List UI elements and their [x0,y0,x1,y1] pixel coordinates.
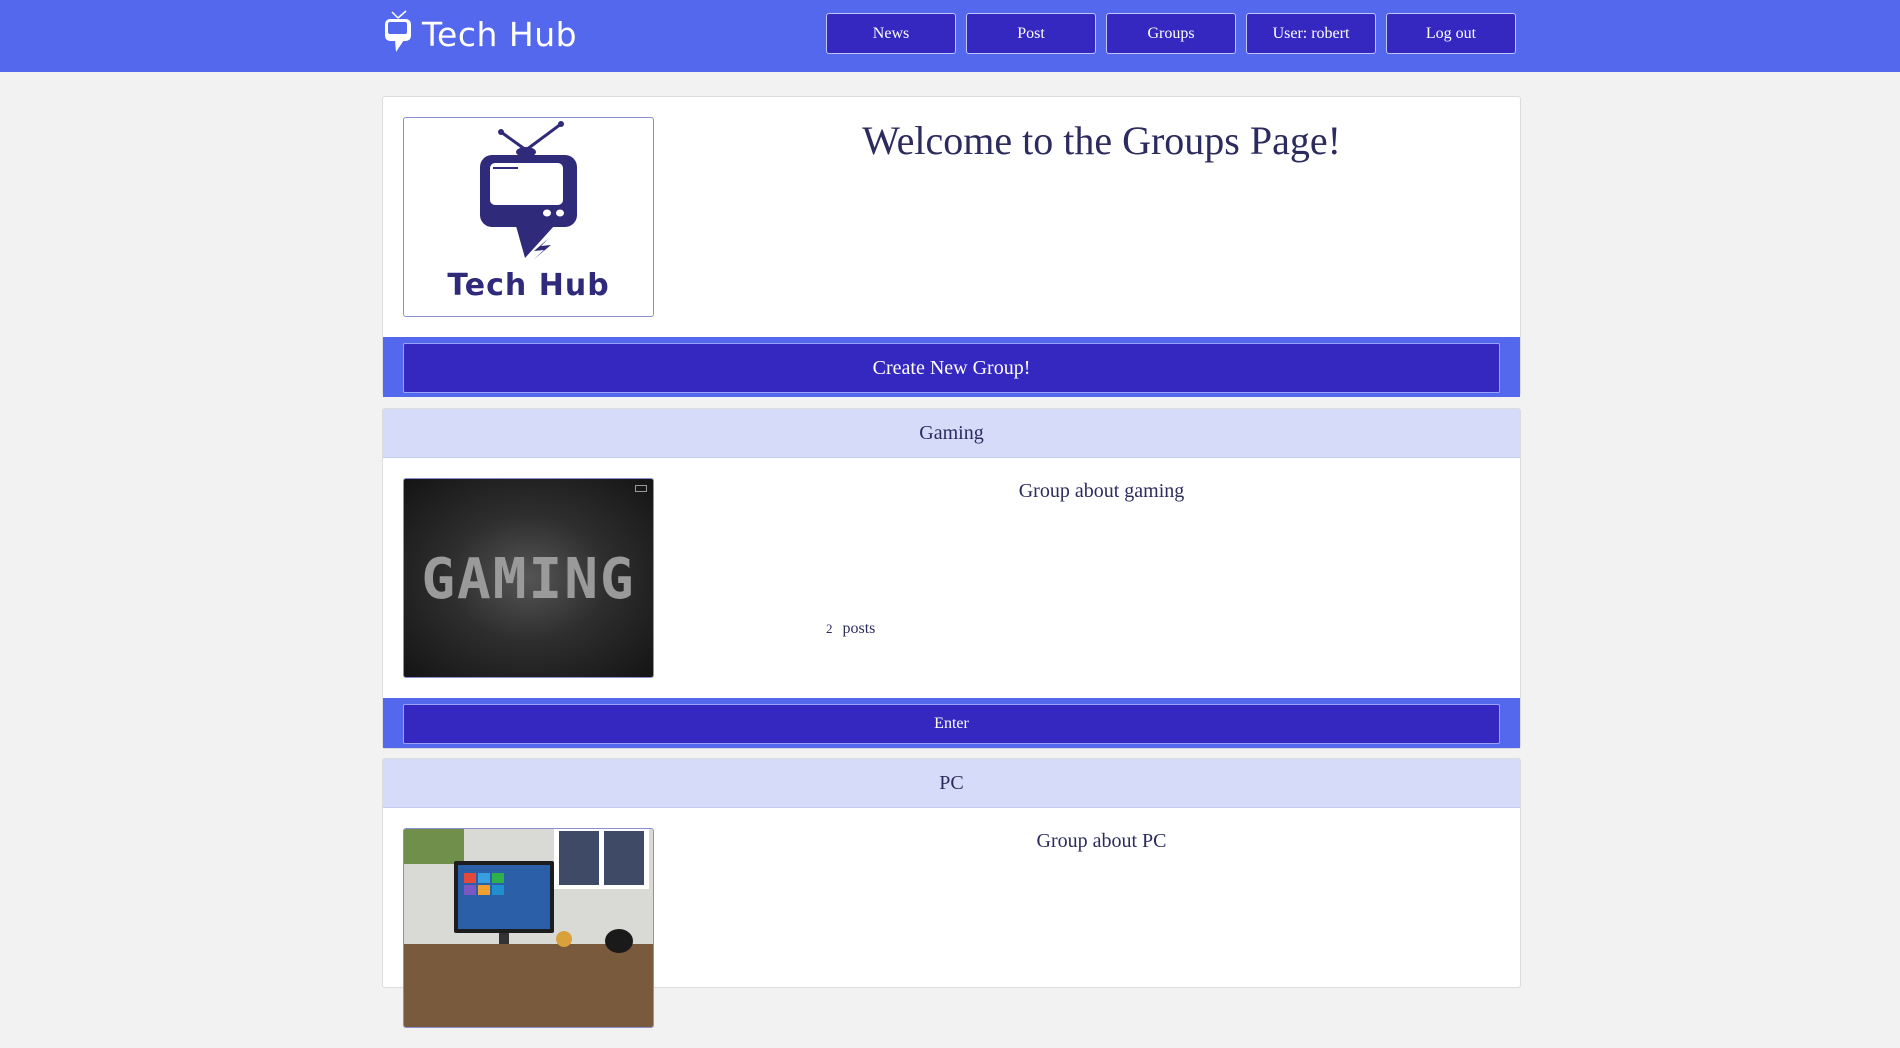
gaming-image-text: GAMING [421,547,636,612]
nav-buttons: News Post Groups User: robert Log out [826,13,1516,54]
group-body: GAMING Group about gaming 2 posts [383,458,1520,698]
group-card: Gaming GAMING Group about gaming 2 posts… [382,408,1521,749]
tech-hub-logo: Tech Hub [403,117,654,317]
nav-news-button[interactable]: News [826,13,956,54]
image-corner-badge [635,485,647,492]
group-image[interactable] [403,828,654,1028]
group-image[interactable]: GAMING [403,478,654,678]
enter-group-button[interactable]: Enter [403,704,1500,744]
group-body: Group about PC [383,808,1520,1048]
enter-bar: Enter [383,698,1520,748]
create-group-bar: Create New Group! [383,337,1520,397]
group-description: Group about gaming [1018,480,1185,502]
create-group-button[interactable]: Create New Group! [403,343,1500,393]
nav-user-button[interactable]: User: robert [1246,13,1376,54]
group-name: Gaming [383,409,1520,458]
welcome-card: Tech Hub Welcome to the Groups Page! Cre… [382,96,1521,397]
top-navbar: Tech Hub News Post Groups User: robert L… [0,0,1900,72]
nav-post-button[interactable]: Post [966,13,1096,54]
logo-text: Tech Hub [447,268,610,303]
group-description: Group about PC [1036,830,1167,852]
pc-desk-image [404,829,653,1027]
group-card: PC Group about PC [382,758,1521,1028]
nav-logout-button[interactable]: Log out [1386,13,1516,54]
brand-name: Tech Hub [422,14,578,54]
page-title: Welcome to the Groups Page! [862,118,1341,163]
posts-label: posts [842,620,876,637]
nav-groups-button[interactable]: Groups [1106,13,1236,54]
post-count: 2 [826,621,833,636]
brand[interactable]: Tech Hub [382,10,577,58]
group-name: PC [383,759,1520,808]
group-post-count: 2 posts [826,620,875,638]
tv-logo-icon [385,10,411,52]
